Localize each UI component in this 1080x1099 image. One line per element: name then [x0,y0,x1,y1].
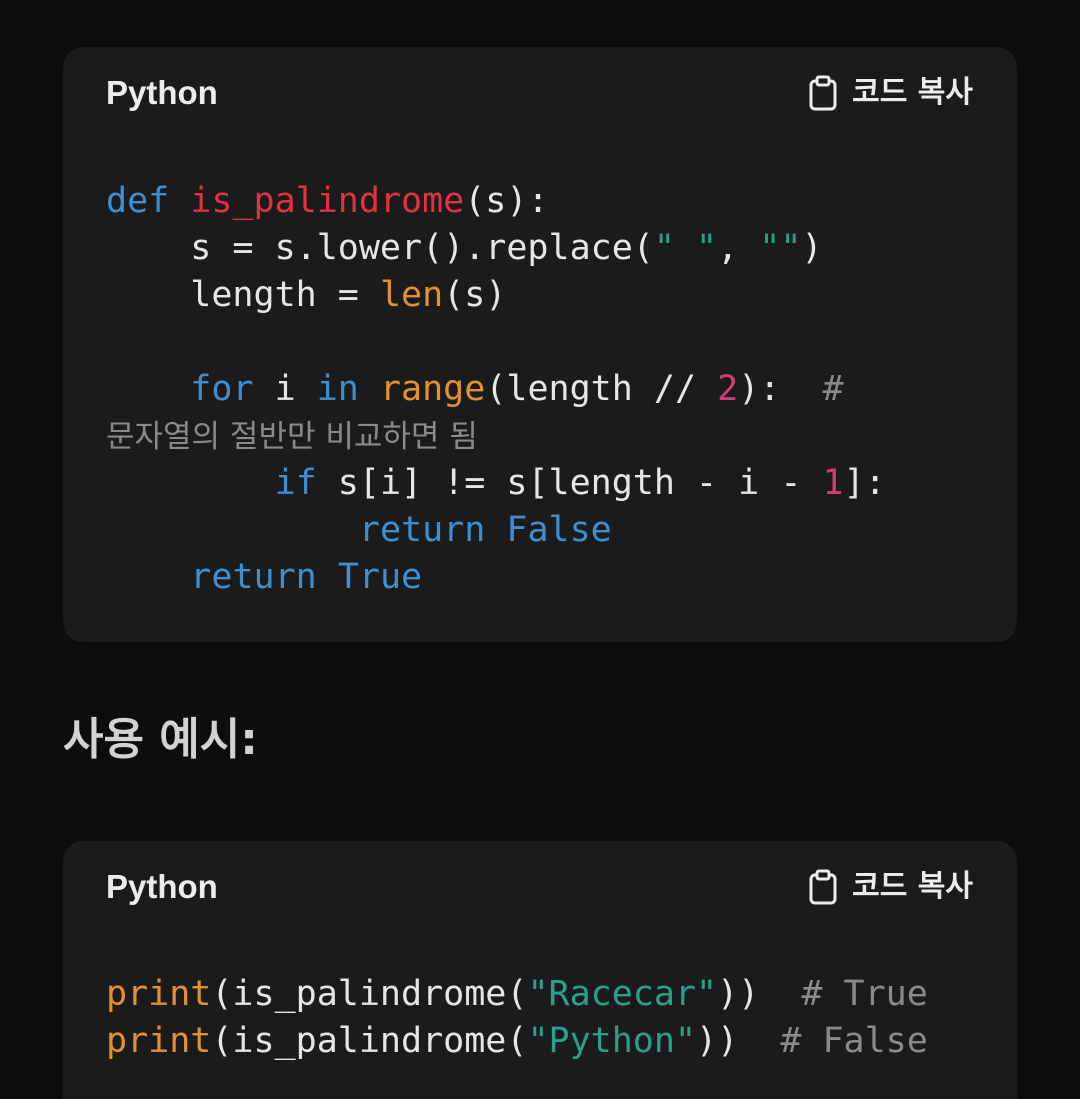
code-block-header: Python 코드 복사 [63,47,1017,135]
code-token: return [190,557,317,597]
code-token: length = [106,275,380,315]
code-line: return True [106,554,886,601]
code-token: )) [696,1021,781,1061]
code-token: in [316,369,359,409]
code-token: s = s.lower().replace( [106,228,654,268]
code-line: for i in range(length // 2): # [106,366,886,413]
code-token: )) [717,974,802,1014]
code-token: False [506,510,612,550]
code-line: length = len(s) [106,272,886,319]
code-line: s = s.lower().replace(" ", "") [106,225,886,272]
code-content: def is_palindrome(s): s = s.lower().repl… [106,178,886,601]
code-block: Python 코드 복사 def is_palindrome(s): s = s… [63,47,1017,642]
copy-code-label: 코드 복사 [852,75,973,110]
code-token: print [106,1021,212,1061]
code-comment: # True [801,974,928,1014]
copy-code-label: 코드 복사 [852,869,973,904]
code-token: print [106,974,212,1014]
code-comment: 문자열의 절반만 비교하면 됨 [106,419,478,455]
clipboard-icon [809,75,837,111]
code-token: 2 [717,369,739,409]
code-token: def [106,181,170,221]
code-block-header: Python 코드 복사 [63,841,1017,929]
code-token: 1 [822,463,844,503]
code-language-label: Python [106,868,218,905]
code-line: 문자열의 절반만 비교하면 됨 [106,413,886,460]
code-token: is_palindrome [190,181,465,221]
copy-code-button[interactable]: 코드 복사 [808,865,973,909]
code-token: i [253,369,317,409]
code-block: Python 코드 복사 print(is_palindrome("Raceca… [63,841,1017,1099]
code-token: range [379,369,486,409]
code-token: s[i] != s[length - i - [316,463,823,503]
code-content: print(is_palindrome("Racecar")) # True pr… [106,971,928,1065]
code-comment: # False [780,1021,928,1061]
code-token: if [274,463,317,503]
code-language-label: Python [106,74,218,111]
code-token: "Racecar" [527,974,718,1014]
code-token: "Python" [527,1021,697,1061]
code-line: if s[i] != s[length - i - 1]: [106,460,886,507]
code-token: (s) [443,275,507,315]
clipboard-icon [809,869,837,905]
code-token: " " [653,228,718,268]
code-token: True [337,557,423,597]
code-line: print(is_palindrome("Racecar")) # True [106,971,928,1018]
code-line: return False [106,507,886,554]
code-token: , [717,228,760,268]
code-token: for [190,369,254,409]
code-token: return [358,510,486,550]
copy-code-button[interactable]: 코드 복사 [808,71,973,115]
code-token: "" [759,228,802,268]
section-heading: 사용 예시: [63,714,258,765]
code-token: (is_palindrome( [211,1021,528,1061]
code-token: ): [738,369,823,409]
code-token: len [379,275,444,315]
code-token: ]: [843,463,886,503]
code-line: def is_palindrome(s): [106,178,886,225]
code-token: (s): [464,181,549,221]
chat-page: Python 코드 복사 def is_palindrome(s): s = s… [0,0,1080,1099]
code-token: (is_palindrome( [211,974,528,1014]
code-token: (length // [485,369,718,409]
code-comment: # [822,369,844,409]
code-token: ) [801,228,823,268]
code-line: print(is_palindrome("Python")) # False [106,1018,928,1065]
